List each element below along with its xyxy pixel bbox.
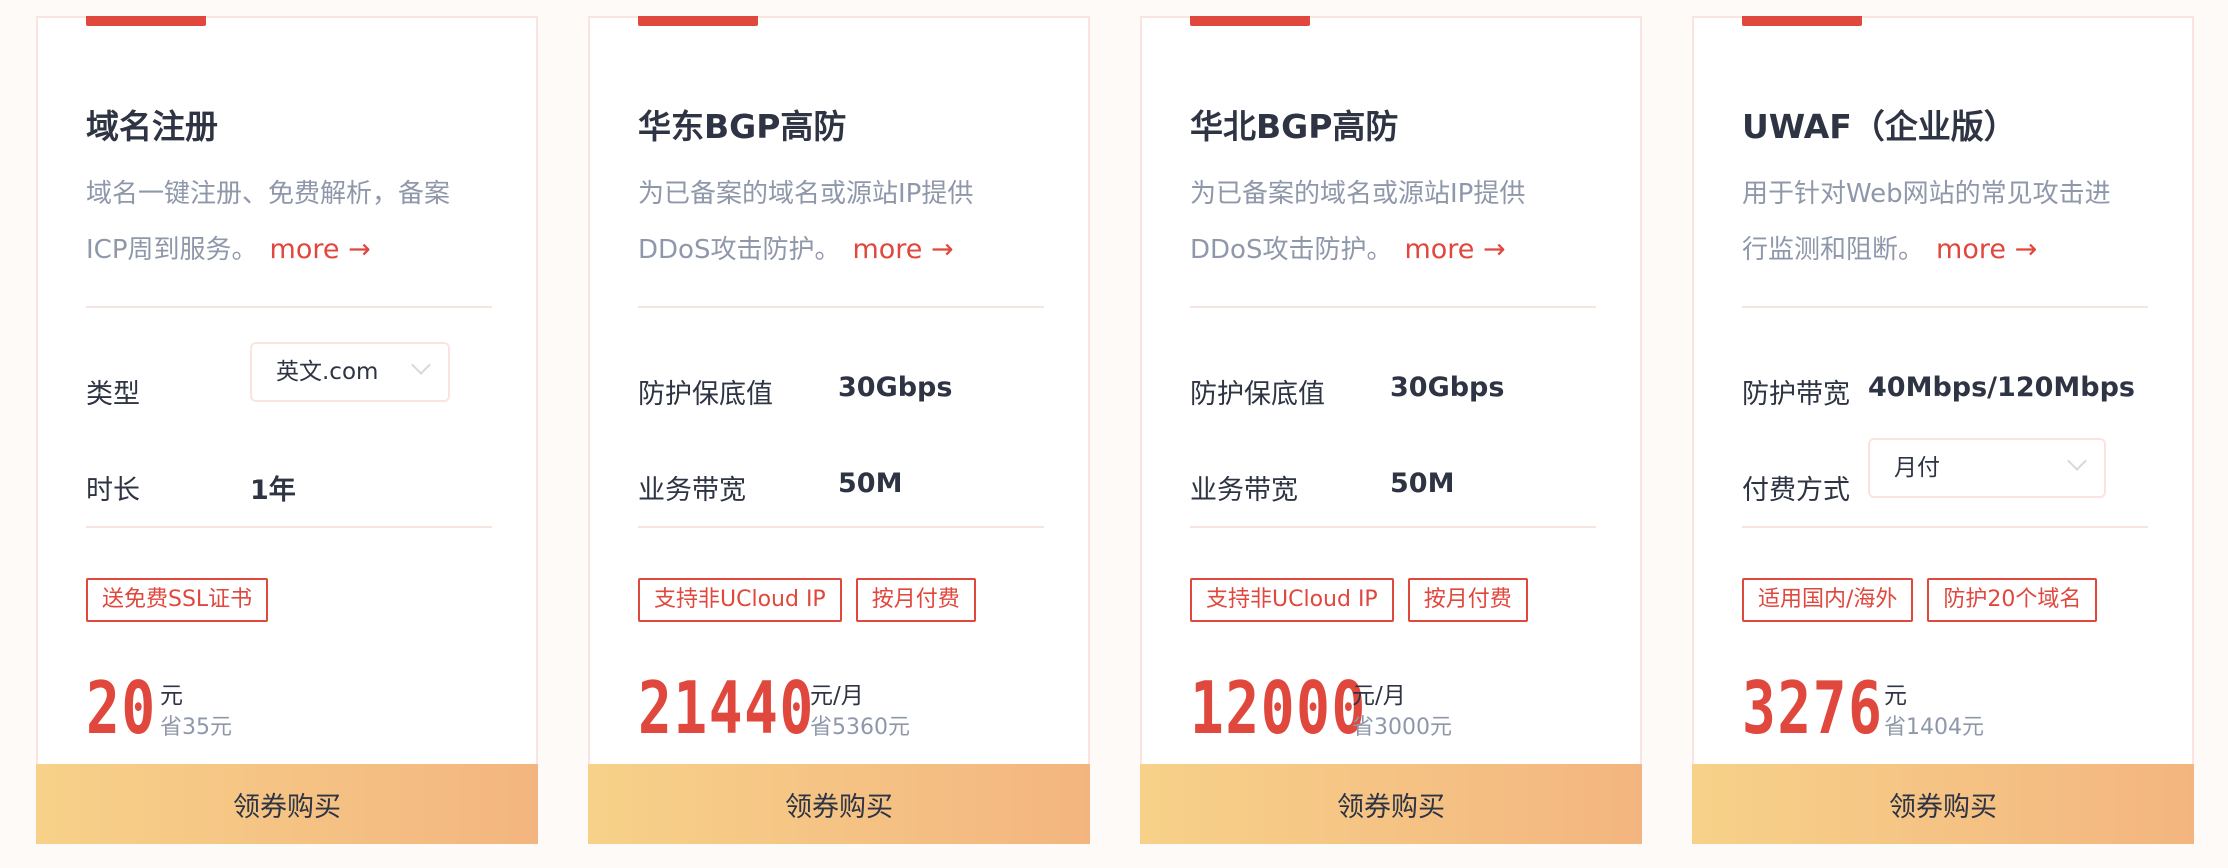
product-card-row: 域名注册 域名一键注册、免费解析，备案 ICP周到服务。 more → 类型 英文… bbox=[0, 0, 2228, 868]
more-link[interactable]: more → bbox=[270, 234, 371, 265]
feature-tag: 防护20个域名 bbox=[1927, 578, 2098, 622]
spec-value: 40Mbps/120Mbps bbox=[1868, 372, 2135, 403]
spec-label: 时长 bbox=[86, 475, 140, 506]
spec-bandwidth: 业务带宽 50M bbox=[1190, 468, 1454, 507]
spec-value: 1年 bbox=[250, 475, 296, 506]
card-accent-bar bbox=[1742, 16, 1862, 26]
savings-text: 省35元 bbox=[160, 715, 232, 740]
spec-label: 类型 bbox=[86, 379, 140, 410]
feature-tag: 支持非UCloud IP bbox=[1190, 578, 1394, 622]
feature-tag: 送免费SSL证书 bbox=[86, 578, 269, 622]
price-unit: 元/月 bbox=[1352, 683, 1406, 709]
desc-line: 为已备案的域名或源站IP提供 bbox=[1190, 179, 1526, 209]
more-link[interactable]: more → bbox=[1936, 234, 2037, 265]
divider bbox=[1742, 306, 2148, 308]
desc-line: 行监测和阻断。 bbox=[1742, 235, 1925, 265]
price-value: 20 bbox=[86, 666, 157, 750]
spec-label: 防护保底值 bbox=[638, 379, 773, 410]
divider bbox=[1190, 526, 1596, 528]
arrow-right-icon: → bbox=[931, 234, 954, 265]
spec-value: 50M bbox=[838, 468, 903, 499]
card-description: 为已备案的域名或源站IP提供 DDoS攻击防护。 more → bbox=[1190, 166, 1600, 278]
card-description: 域名一键注册、免费解析，备案 ICP周到服务。 more → bbox=[86, 166, 496, 278]
spec-billing-method: 付费方式 bbox=[1742, 468, 1850, 507]
type-select[interactable]: 英文.com bbox=[250, 342, 450, 402]
tag-list: 适用国内/海外 防护20个域名 bbox=[1742, 578, 2111, 622]
product-card-north-bgp: 华北BGP高防 为已备案的域名或源站IP提供 DDoS攻击防护。 more → 防… bbox=[1140, 16, 1642, 844]
card-title: UWAF（企业版） bbox=[1742, 107, 2017, 146]
price-block: 12000 元/月 省3000元 bbox=[1190, 666, 1452, 750]
arrow-right-icon: → bbox=[348, 234, 371, 265]
spec-label: 业务带宽 bbox=[1190, 475, 1298, 506]
spec-label: 防护带宽 bbox=[1742, 379, 1850, 410]
more-link[interactable]: more → bbox=[852, 234, 953, 265]
tag-list: 送免费SSL证书 bbox=[86, 578, 282, 622]
feature-tag: 按月付费 bbox=[855, 578, 976, 622]
more-link[interactable]: more → bbox=[1404, 234, 1505, 265]
chevron-down-icon bbox=[411, 355, 431, 375]
card-title: 域名注册 bbox=[86, 107, 218, 146]
divider bbox=[1742, 526, 2148, 528]
spec-duration: 时长 1年 bbox=[86, 468, 296, 507]
spec-type: 类型 bbox=[86, 372, 140, 411]
divider bbox=[1190, 306, 1596, 308]
price-value: 3276 bbox=[1742, 666, 1884, 750]
buy-with-coupon-button[interactable]: 领券购买 bbox=[1140, 764, 1642, 844]
feature-tag: 按月付费 bbox=[1407, 578, 1528, 622]
divider bbox=[638, 526, 1044, 528]
price-unit: 元 bbox=[160, 683, 183, 709]
arrow-right-icon: → bbox=[2014, 234, 2038, 265]
divider bbox=[638, 306, 1044, 308]
desc-line: 用于针对Web网站的常见攻击进 bbox=[1742, 179, 2111, 209]
buy-with-coupon-button[interactable]: 领券购买 bbox=[36, 764, 538, 844]
spec-label: 付费方式 bbox=[1742, 475, 1850, 506]
product-card-east-bgp: 华东BGP高防 为已备案的域名或源站IP提供 DDoS攻击防护。 more → 防… bbox=[588, 16, 1090, 844]
card-accent-bar bbox=[86, 16, 206, 26]
tag-list: 支持非UCloud IP 按月付费 bbox=[638, 578, 990, 622]
spec-value: 30Gbps bbox=[838, 372, 953, 403]
card-description: 为已备案的域名或源站IP提供 DDoS攻击防护。 more → bbox=[638, 166, 1048, 278]
product-card-domain: 域名注册 域名一键注册、免费解析，备案 ICP周到服务。 more → 类型 英文… bbox=[36, 16, 538, 844]
card-title: 华东BGP高防 bbox=[638, 107, 847, 146]
card-accent-bar bbox=[638, 16, 758, 26]
price-block: 21440 元/月 省5360元 bbox=[638, 666, 910, 750]
desc-line: DDoS攻击防护。 bbox=[638, 235, 841, 265]
desc-line: ICP周到服务。 bbox=[86, 235, 258, 265]
card-description: 用于针对Web网站的常见攻击进 行监测和阻断。 more → bbox=[1742, 166, 2152, 278]
desc-line: 为已备案的域名或源站IP提供 bbox=[638, 179, 974, 209]
card-title: 华北BGP高防 bbox=[1190, 107, 1399, 146]
price-block: 3276 元 省1404元 bbox=[1742, 666, 1984, 750]
spec-protection-baseline: 防护保底值 30Gbps bbox=[1190, 372, 1504, 411]
savings-text: 省1404元 bbox=[1884, 715, 1984, 740]
desc-line: DDoS攻击防护。 bbox=[1190, 235, 1393, 265]
buy-with-coupon-button[interactable]: 领券购买 bbox=[1692, 764, 2194, 844]
savings-text: 省3000元 bbox=[1352, 715, 1452, 740]
spec-bandwidth: 业务带宽 50M bbox=[638, 468, 902, 507]
price-unit: 元 bbox=[1884, 683, 1907, 709]
spec-label: 防护保底值 bbox=[1190, 379, 1325, 410]
spec-value: 50M bbox=[1390, 468, 1455, 499]
buy-with-coupon-button[interactable]: 领券购买 bbox=[588, 764, 1090, 844]
price-value: 12000 bbox=[1190, 666, 1367, 750]
feature-tag: 适用国内/海外 bbox=[1742, 578, 1914, 622]
feature-tag: 支持非UCloud IP bbox=[638, 578, 842, 622]
desc-line: 域名一键注册、免费解析，备案 bbox=[86, 179, 451, 209]
arrow-right-icon: → bbox=[1483, 234, 1506, 265]
savings-text: 省5360元 bbox=[810, 715, 910, 740]
divider bbox=[86, 306, 492, 308]
price-unit: 元/月 bbox=[810, 683, 864, 709]
spec-label: 业务带宽 bbox=[638, 475, 746, 506]
spec-protection-bandwidth: 防护带宽 40Mbps/120Mbps bbox=[1742, 372, 2135, 411]
card-accent-bar bbox=[1190, 16, 1310, 26]
tag-list: 支持非UCloud IP 按月付费 bbox=[1190, 578, 1542, 622]
spec-value: 30Gbps bbox=[1390, 372, 1505, 403]
spec-protection-baseline: 防护保底值 30Gbps bbox=[638, 372, 952, 411]
chevron-down-icon bbox=[2067, 451, 2087, 471]
price-block: 20 元 省35元 bbox=[86, 666, 232, 750]
price-value: 21440 bbox=[638, 666, 815, 750]
billing-method-select[interactable]: 月付 bbox=[1868, 438, 2106, 498]
divider bbox=[86, 526, 492, 528]
product-card-uwaf: UWAF（企业版） 用于针对Web网站的常见攻击进 行监测和阻断。 more → … bbox=[1692, 16, 2194, 844]
